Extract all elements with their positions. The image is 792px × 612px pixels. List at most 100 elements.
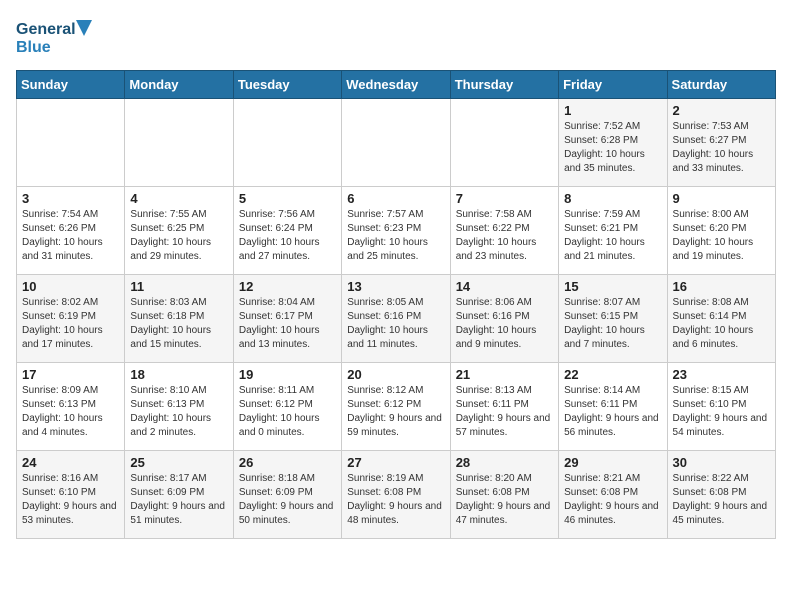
day-number: 20 — [347, 367, 444, 382]
day-number: 12 — [239, 279, 336, 294]
day-info: Sunrise: 8:14 AM Sunset: 6:11 PM Dayligh… — [564, 384, 661, 440]
calendar-cell: 2 Sunrise: 7:53 AM Sunset: 6:27 PM Daylig… — [667, 99, 775, 187]
header-row: SundayMondayTuesdayWednesdayThursdayFrid… — [17, 71, 776, 99]
calendar-body: 1 Sunrise: 7:52 AM Sunset: 6:28 PM Daylig… — [17, 99, 776, 539]
calendar-cell: 1 Sunrise: 7:52 AM Sunset: 6:28 PM Daylig… — [559, 99, 667, 187]
day-info: Sunrise: 8:22 AM Sunset: 6:08 PM Dayligh… — [673, 472, 770, 528]
calendar-cell: 14 Sunrise: 8:06 AM Sunset: 6:16 PM Dayli… — [450, 275, 558, 363]
day-number: 4 — [130, 191, 227, 206]
calendar-cell: 8 Sunrise: 7:59 AM Sunset: 6:21 PM Daylig… — [559, 187, 667, 275]
calendar-cell: 29Sunrise: 8:21 AM Sunset: 6:08 PM Dayli… — [559, 451, 667, 539]
calendar-cell: 30 Sunrise: 8:22 AM Sunset: 6:08 PM Dayli… — [667, 451, 775, 539]
calendar-cell: 16 Sunrise: 8:08 AM Sunset: 6:14 PM Dayli… — [667, 275, 775, 363]
day-number: 26 — [239, 455, 336, 470]
calendar-cell — [17, 99, 125, 187]
day-number: 9 — [673, 191, 770, 206]
calendar-week-4: 17 Sunrise: 8:09 AM Sunset: 6:13 PM Dayli… — [17, 363, 776, 451]
calendar-cell: 12 Sunrise: 8:04 AM Sunset: 6:17 PM Dayli… — [233, 275, 341, 363]
header-cell-monday: Monday — [125, 71, 233, 99]
day-info: Sunrise: 8:05 AM Sunset: 6:16 PM Dayligh… — [347, 296, 444, 352]
calendar-header: SundayMondayTuesdayWednesdayThursdayFrid… — [17, 71, 776, 99]
day-number: 15 — [564, 279, 661, 294]
day-info: Sunrise: 8:00 AM Sunset: 6:20 PM Dayligh… — [673, 208, 770, 264]
day-info: Sunrise: 7:58 AM Sunset: 6:22 PM Dayligh… — [456, 208, 553, 264]
calendar-cell: 27 Sunrise: 8:19 AM Sunset: 6:08 PM Dayli… — [342, 451, 450, 539]
day-info: Sunrise: 7:57 AM Sunset: 6:23 PM Dayligh… — [347, 208, 444, 264]
calendar-cell: 15 Sunrise: 8:07 AM Sunset: 6:15 PM Dayli… — [559, 275, 667, 363]
day-number: 27 — [347, 455, 444, 470]
calendar-cell — [233, 99, 341, 187]
day-number: 21 — [456, 367, 553, 382]
header: GeneralBlue — [16, 16, 776, 60]
day-number: 6 — [347, 191, 444, 206]
day-info: Sunrise: 7:59 AM Sunset: 6:21 PM Dayligh… — [564, 208, 661, 264]
day-number: 16 — [673, 279, 770, 294]
calendar-cell: 5 Sunrise: 7:56 AM Sunset: 6:24 PM Daylig… — [233, 187, 341, 275]
day-number: 8 — [564, 191, 661, 206]
day-number: 24 — [22, 455, 119, 470]
calendar-cell: 10 Sunrise: 8:02 AM Sunset: 6:19 PM Dayli… — [17, 275, 125, 363]
header-cell-thursday: Thursday — [450, 71, 558, 99]
header-cell-sunday: Sunday — [17, 71, 125, 99]
calendar-cell: 3 Sunrise: 7:54 AM Sunset: 6:26 PM Daylig… — [17, 187, 125, 275]
calendar-cell: 20 Sunrise: 8:12 AM Sunset: 6:12 PM Dayli… — [342, 363, 450, 451]
calendar-cell: 26 Sunrise: 8:18 AM Sunset: 6:09 PM Dayli… — [233, 451, 341, 539]
svg-text:Blue: Blue — [16, 39, 51, 56]
calendar-cell: 28Sunrise: 8:20 AM Sunset: 6:08 PM Dayli… — [450, 451, 558, 539]
day-info: Sunrise: 8:02 AM Sunset: 6:19 PM Dayligh… — [22, 296, 119, 352]
day-number: 13 — [347, 279, 444, 294]
day-number: 22 — [564, 367, 661, 382]
calendar-cell: 4Sunrise: 7:55 AM Sunset: 6:25 PM Daylig… — [125, 187, 233, 275]
calendar-cell: 6 Sunrise: 7:57 AM Sunset: 6:23 PM Daylig… — [342, 187, 450, 275]
calendar-cell: 11 Sunrise: 8:03 AM Sunset: 6:18 PM Dayli… — [125, 275, 233, 363]
header-cell-wednesday: Wednesday — [342, 71, 450, 99]
day-info: Sunrise: 8:21 AM Sunset: 6:08 PM Dayligh… — [564, 472, 661, 528]
calendar-cell — [342, 99, 450, 187]
day-number: 17 — [22, 367, 119, 382]
day-info: Sunrise: 8:13 AM Sunset: 6:11 PM Dayligh… — [456, 384, 553, 440]
day-info: Sunrise: 8:04 AM Sunset: 6:17 PM Dayligh… — [239, 296, 336, 352]
day-number: 19 — [239, 367, 336, 382]
day-number: 3 — [22, 191, 119, 206]
day-info: Sunrise: 8:07 AM Sunset: 6:15 PM Dayligh… — [564, 296, 661, 352]
day-info: Sunrise: 8:15 AM Sunset: 6:10 PM Dayligh… — [673, 384, 770, 440]
day-number: 18 — [130, 367, 227, 382]
calendar-week-5: 24 Sunrise: 8:16 AM Sunset: 6:10 PM Dayli… — [17, 451, 776, 539]
day-info: Sunrise: 8:18 AM Sunset: 6:09 PM Dayligh… — [239, 472, 336, 528]
day-info: Sunrise: 7:52 AM Sunset: 6:28 PM Dayligh… — [564, 120, 661, 176]
day-info: Sunrise: 7:56 AM Sunset: 6:24 PM Dayligh… — [239, 208, 336, 264]
calendar-cell: 22 Sunrise: 8:14 AM Sunset: 6:11 PM Dayli… — [559, 363, 667, 451]
day-number: 30 — [673, 455, 770, 470]
day-number: 14 — [456, 279, 553, 294]
calendar-cell: 23 Sunrise: 8:15 AM Sunset: 6:10 PM Dayli… — [667, 363, 775, 451]
calendar-cell: 19Sunrise: 8:11 AM Sunset: 6:12 PM Dayli… — [233, 363, 341, 451]
day-number: 25 — [130, 455, 227, 470]
calendar-cell: 24 Sunrise: 8:16 AM Sunset: 6:10 PM Dayli… — [17, 451, 125, 539]
day-number: 10 — [22, 279, 119, 294]
day-number: 5 — [239, 191, 336, 206]
calendar-cell: 25 Sunrise: 8:17 AM Sunset: 6:09 PM Dayli… — [125, 451, 233, 539]
day-number: 28 — [456, 455, 553, 470]
day-info: Sunrise: 7:53 AM Sunset: 6:27 PM Dayligh… — [673, 120, 770, 176]
day-number: 23 — [673, 367, 770, 382]
day-number: 11 — [130, 279, 227, 294]
day-info: Sunrise: 7:54 AM Sunset: 6:26 PM Dayligh… — [22, 208, 119, 264]
day-info: Sunrise: 8:08 AM Sunset: 6:14 PM Dayligh… — [673, 296, 770, 352]
day-info: Sunrise: 8:19 AM Sunset: 6:08 PM Dayligh… — [347, 472, 444, 528]
day-info: Sunrise: 8:03 AM Sunset: 6:18 PM Dayligh… — [130, 296, 227, 352]
day-number: 2 — [673, 103, 770, 118]
day-info: Sunrise: 8:12 AM Sunset: 6:12 PM Dayligh… — [347, 384, 444, 440]
calendar-cell: 17 Sunrise: 8:09 AM Sunset: 6:13 PM Dayli… — [17, 363, 125, 451]
calendar-cell — [125, 99, 233, 187]
day-number: 1 — [564, 103, 661, 118]
calendar-week-3: 10 Sunrise: 8:02 AM Sunset: 6:19 PM Dayli… — [17, 275, 776, 363]
day-info: Sunrise: 8:16 AM Sunset: 6:10 PM Dayligh… — [22, 472, 119, 528]
day-info: Sunrise: 8:09 AM Sunset: 6:13 PM Dayligh… — [22, 384, 119, 440]
calendar-cell — [450, 99, 558, 187]
day-info: Sunrise: 8:06 AM Sunset: 6:16 PM Dayligh… — [456, 296, 553, 352]
day-info: Sunrise: 8:17 AM Sunset: 6:09 PM Dayligh… — [130, 472, 227, 528]
calendar-cell: 9 Sunrise: 8:00 AM Sunset: 6:20 PM Daylig… — [667, 187, 775, 275]
day-info: Sunrise: 8:10 AM Sunset: 6:13 PM Dayligh… — [130, 384, 227, 440]
calendar-week-1: 1 Sunrise: 7:52 AM Sunset: 6:28 PM Daylig… — [17, 99, 776, 187]
calendar-week-2: 3 Sunrise: 7:54 AM Sunset: 6:26 PM Daylig… — [17, 187, 776, 275]
